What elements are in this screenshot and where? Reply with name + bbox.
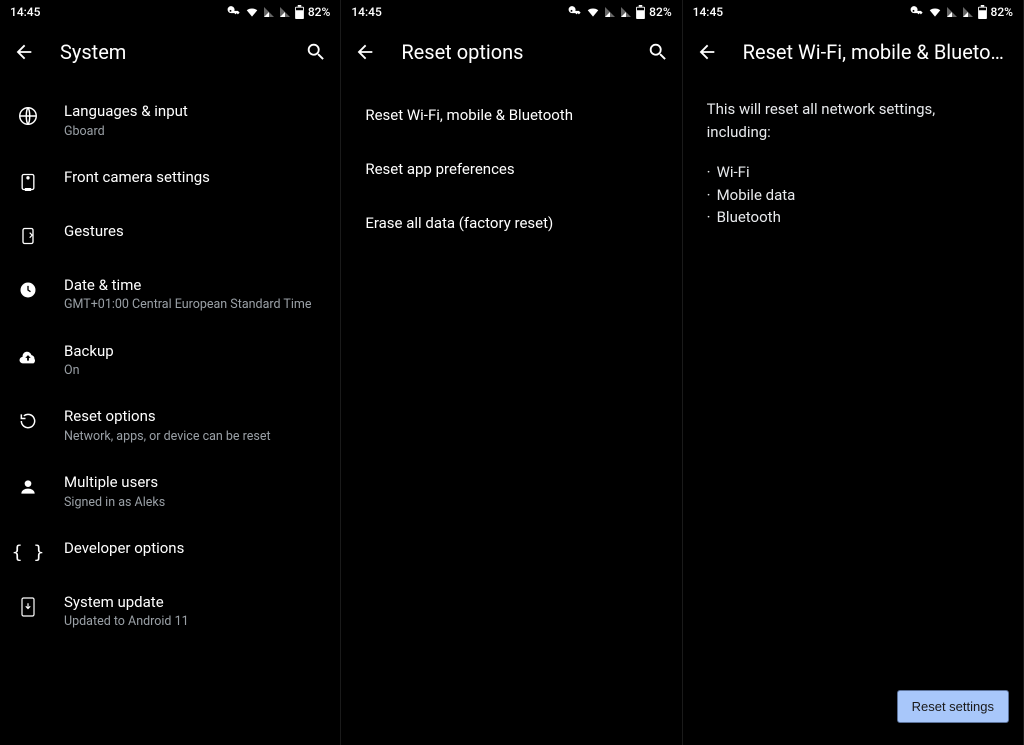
reset-icon — [16, 409, 40, 433]
battery-text: 82% — [308, 5, 330, 19]
setting-reset-options[interactable]: Reset options Network, apps, or device c… — [0, 393, 340, 459]
search-icon — [305, 41, 327, 63]
key-icon — [910, 5, 924, 19]
item-title: Reset Wi-Fi, mobile & Bluetooth — [365, 106, 657, 124]
setting-backup[interactable]: Backup On — [0, 328, 340, 394]
setting-date-time[interactable]: Date & time GMT+01:00 Central European S… — [0, 262, 340, 328]
key-icon — [227, 5, 241, 19]
person-icon — [16, 475, 40, 499]
battery-icon — [636, 5, 645, 19]
setting-multiple-users[interactable]: Multiple users Signed in as Aleks — [0, 459, 340, 525]
globe-icon — [16, 104, 40, 128]
battery-icon — [978, 5, 987, 19]
reset-settings-button[interactable]: Reset settings — [897, 690, 1009, 723]
signal-icon-2 — [962, 6, 974, 18]
status-indicators: 82% — [568, 5, 671, 19]
setting-title: System update — [64, 593, 324, 613]
wifi-icon — [586, 5, 600, 19]
setting-title: Front camera settings — [64, 168, 324, 188]
page-title: Reset options — [401, 40, 637, 64]
signal-icon-1 — [946, 6, 958, 18]
setting-title: Reset options — [64, 407, 324, 427]
setting-developer-options[interactable]: { } Developer options — [0, 525, 340, 579]
search-button[interactable] — [646, 40, 670, 64]
setting-languages-input[interactable]: Languages & input Gboard — [0, 88, 340, 154]
clock-icon — [16, 278, 40, 302]
wifi-icon — [928, 5, 942, 19]
reset-wifi-mobile-bluetooth[interactable]: Reset Wi-Fi, mobile & Bluetooth — [341, 88, 681, 142]
search-button[interactable] — [304, 40, 328, 64]
status-time: 14:45 — [693, 5, 723, 19]
system-update-icon — [16, 595, 40, 619]
setting-subtitle: On — [64, 363, 324, 379]
setting-title: Date & time — [64, 276, 324, 296]
key-icon — [568, 5, 582, 19]
item-title: Reset app preferences — [365, 160, 657, 178]
setting-subtitle: GMT+01:00 Central European Standard Time — [64, 297, 324, 313]
page-title: Reset Wi-Fi, mobile & Blueto… — [743, 40, 1011, 64]
arrow-back-icon — [696, 41, 718, 63]
setting-title: Multiple users — [64, 473, 324, 493]
status-time: 14:45 — [351, 5, 381, 19]
setting-title: Developer options — [64, 539, 324, 559]
camera-icon — [16, 170, 40, 194]
status-time: 14:45 — [10, 5, 40, 19]
setting-subtitle: Gboard — [64, 124, 324, 140]
cloud-upload-icon — [16, 344, 40, 368]
description-text: This will reset all network settings, in… — [707, 98, 999, 143]
status-indicators: 82% — [227, 5, 330, 19]
setting-subtitle: Updated to Android 11 — [64, 614, 324, 630]
battery-icon — [295, 5, 304, 19]
back-button[interactable] — [12, 40, 36, 64]
search-icon — [647, 41, 669, 63]
status-bar: 14:45 82% — [341, 0, 681, 24]
setting-subtitle: Signed in as Aleks — [64, 495, 324, 511]
reset-app-preferences[interactable]: Reset app preferences — [341, 142, 681, 196]
status-bar: 14:45 82% — [0, 0, 340, 24]
signal-icon-1 — [263, 6, 275, 18]
setting-system-update[interactable]: System update Updated to Android 11 — [0, 579, 340, 645]
setting-front-camera[interactable]: Front camera settings — [0, 154, 340, 208]
arrow-back-icon — [13, 41, 35, 63]
gesture-icon — [16, 224, 40, 248]
setting-gestures[interactable]: Gestures — [0, 208, 340, 262]
signal-icon-2 — [620, 6, 632, 18]
page-title: System — [60, 40, 296, 64]
setting-title: Languages & input — [64, 102, 324, 122]
battery-text: 82% — [649, 5, 671, 19]
item-title: Erase all data (factory reset) — [365, 214, 657, 232]
bullet-bluetooth: ·Bluetooth — [707, 206, 999, 229]
arrow-back-icon — [354, 41, 376, 63]
back-button[interactable] — [695, 40, 719, 64]
back-button[interactable] — [353, 40, 377, 64]
battery-text: 82% — [991, 5, 1013, 19]
signal-icon-2 — [279, 6, 291, 18]
status-indicators: 82% — [910, 5, 1013, 19]
status-bar: 14:45 82% — [683, 0, 1023, 24]
braces-icon: { } — [16, 541, 40, 565]
setting-title: Backup — [64, 342, 324, 362]
signal-icon-1 — [604, 6, 616, 18]
wifi-icon — [245, 5, 259, 19]
erase-all-data[interactable]: Erase all data (factory reset) — [341, 196, 681, 250]
bullet-mobile-data: ·Mobile data — [707, 184, 999, 207]
setting-subtitle: Network, apps, or device can be reset — [64, 429, 324, 445]
bullet-wifi: ·Wi-Fi — [707, 161, 999, 184]
setting-title: Gestures — [64, 222, 324, 242]
